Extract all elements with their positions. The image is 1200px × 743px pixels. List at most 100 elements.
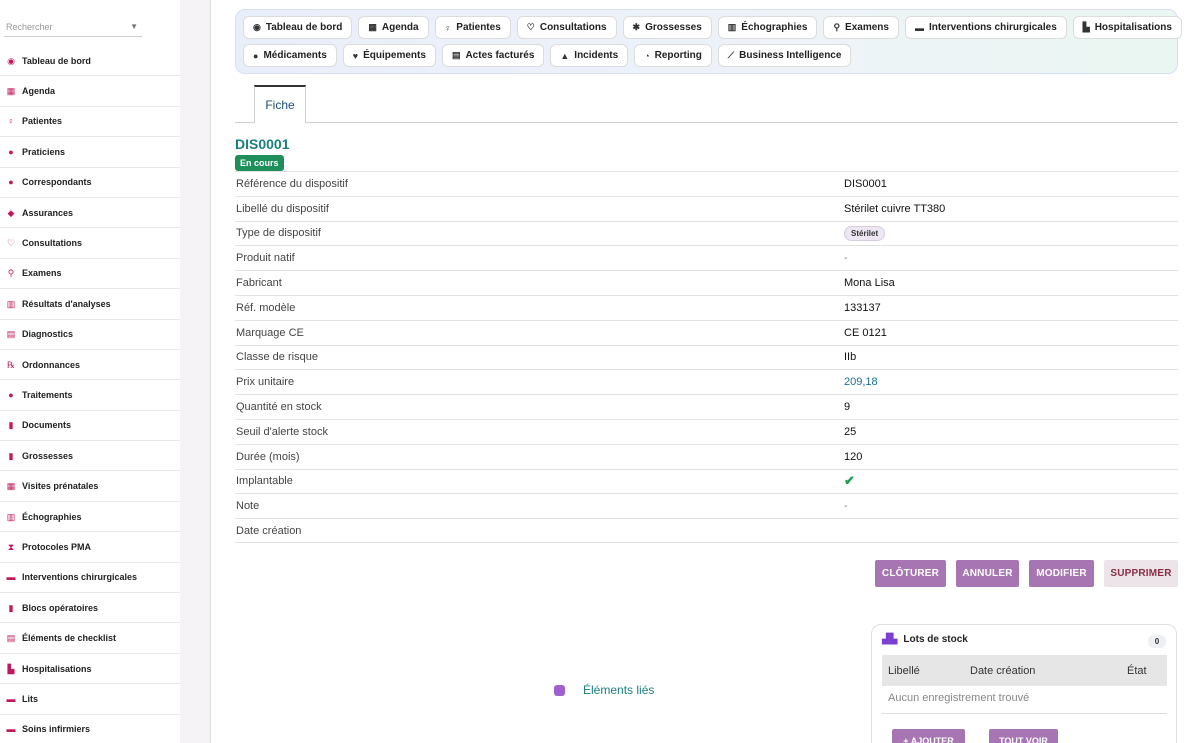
field-label: Durée (mois) (236, 450, 300, 463)
sidebar-item-label: Visites prénatales (22, 481, 99, 492)
shield-icon: ◆ (7, 207, 15, 218)
detail-row: Date création (235, 518, 1178, 543)
sidebar-item[interactable]: ▥ Échographies (0, 502, 180, 533)
sidebar-item[interactable]: ♡ Consultations (0, 228, 180, 259)
close-button[interactable]: CLÔTURER (875, 560, 946, 587)
sidebar-item[interactable]: ▙ Hospitalisations (0, 654, 180, 685)
sidebar-menu: ◉ Tableau de bord ▦ Agenda ♀ Patientes ● Pratic… (0, 46, 180, 743)
baby-icon: ✱ (632, 22, 641, 32)
nav-pill[interactable]: ✱ Grossesses (622, 16, 712, 39)
nav-pill[interactable]: ● Médicaments (243, 44, 337, 67)
column-header[interactable]: État (1127, 665, 1147, 677)
sidebar-item-label: Praticiens (22, 146, 66, 157)
nav-pill[interactable]: ▲ Incidents (550, 44, 629, 67)
sidebar-item-label: Agenda (22, 86, 56, 97)
ultrasound-icon: ▥ (6, 511, 16, 522)
sidebar-item[interactable]: ▬ Interventions chirurgicales (0, 563, 180, 594)
nav-pill-label: Patientes (456, 22, 501, 33)
boxes-icon: ▟▙ (882, 634, 898, 645)
sidebar-item[interactable]: ● Traitements (0, 380, 180, 411)
nav-pill-label: Agenda (381, 22, 419, 33)
sidebar-item[interactable]: ◆ Assurances (0, 198, 180, 229)
field-label: Note (236, 500, 260, 513)
nav-pill[interactable]: ▤ Actes facturés (441, 44, 545, 67)
nav-pill[interactable]: ♀ Patientes (434, 16, 511, 39)
delete-button[interactable]: SUPPRIMER (1104, 560, 1178, 587)
nav-pill[interactable]: ♥ Équipements (342, 44, 436, 67)
nurse-icon: ▬ (6, 724, 16, 735)
sidebar-item-label: Interventions chirurgicales (22, 572, 138, 583)
nav-pill[interactable]: ◉ Tableau de bord (243, 16, 353, 39)
check-icon: ✔ (844, 473, 855, 489)
sidebar-item-label: Hospitalisations (22, 663, 92, 674)
view-all-button[interactable]: TOUT VOIR (989, 729, 1058, 743)
chevron-down-icon[interactable]: ▼ (130, 17, 138, 37)
search-input[interactable]: Rechercher ▼ (4, 17, 142, 37)
detail-row: Seuil d'alerte stock 25 (235, 418, 1178, 444)
nav-pill[interactable]: ▬ Interventions chirurgicales (904, 16, 1067, 39)
nav-pill-label: Consultations (539, 22, 607, 33)
column-header[interactable]: Date création (970, 665, 1035, 677)
sidebar-item-label: Blocs opératoires (22, 602, 99, 613)
field-label: Réf. modèle (236, 301, 296, 314)
linked-elements-link[interactable]: Éléments liés (554, 683, 654, 697)
tab-fiche[interactable]: Fiche (254, 85, 306, 123)
microscope-icon: ⚲ (7, 268, 15, 279)
surgery-bed-icon: ▬ (6, 572, 16, 583)
sidebar-item[interactable]: ▥ Résultats d'analyses (0, 289, 180, 320)
sidebar-item[interactable]: ▮ Documents (0, 411, 180, 442)
edit-button[interactable]: MODIFIER (1029, 560, 1094, 587)
detail-row: Fabricant Mona Lisa (235, 270, 1178, 295)
sidebar-item[interactable]: ⚲ Examens (0, 259, 180, 290)
sidebar-item[interactable]: ◉ Tableau de bord (0, 46, 180, 77)
sidebar-item[interactable]: ▬ Lits (0, 684, 180, 715)
sidebar-item[interactable]: ▮ Blocs opératoires (0, 593, 180, 624)
female-icon: ♀ (7, 116, 15, 127)
field-value: Mona Lisa (844, 277, 895, 290)
sidebar-item-label: Traitements (22, 389, 73, 400)
column-header[interactable]: Libellé (888, 665, 920, 677)
sidebar-item[interactable]: ▬ Soins infirmiers (0, 715, 180, 743)
sidebar-item-label: Diagnostics (22, 329, 74, 340)
sidebar-item[interactable]: ● Praticiens (0, 137, 180, 168)
detail-row: Libellé du dispositif Stérilet cuivre TT3… (235, 195, 1178, 221)
sidebar-item[interactable]: ▦ Agenda (0, 76, 180, 107)
nav-pill[interactable]: ▙ Hospitalisations (1072, 16, 1182, 39)
sidebar-item[interactable]: ⧗ Protocoles PMA (0, 532, 180, 563)
heart-pulse-icon: ♥ (352, 50, 359, 61)
nav-pill-label: Échographies (741, 22, 808, 33)
field-label: Implantable (236, 475, 293, 488)
field-value: 25 (844, 425, 857, 438)
field-label: Seuil d'alerte stock (236, 425, 328, 438)
nav-pill-label: Incidents (574, 50, 619, 61)
nav-pill[interactable]: ▥ Échographies (717, 16, 818, 39)
detail-table: Référence du dispositif DIS0001 Libellé du… (235, 171, 1178, 543)
sidebar-item-label: Tableau de bord (22, 55, 91, 66)
sidebar-item[interactable]: ♀ Patientes (0, 107, 180, 138)
panel-title: Lots de stock (903, 634, 968, 645)
sidebar-item[interactable]: ▦ Visites prénatales (0, 471, 180, 502)
sidebar-item[interactable]: ▤ Éléments de checklist (0, 623, 180, 654)
user-doctor-icon: ● (8, 146, 14, 157)
add-button[interactable]: + AJOUTER (892, 729, 965, 743)
sidebar-item[interactable]: ● Correspondants (0, 168, 180, 198)
nav-pill[interactable]: ▦ Agenda (358, 16, 429, 39)
nav-pill[interactable]: ◔ Reporting (634, 44, 712, 67)
nav-pill[interactable]: ♡ Consultations (516, 16, 617, 39)
sidebar-item[interactable]: ℞ Ordonnances (0, 350, 180, 381)
sidebar-item-label: Assurances (22, 207, 74, 218)
linked-elements-label: Éléments liés (583, 683, 655, 697)
sidebar-item[interactable]: ▤ Diagnostics (0, 320, 180, 350)
detail-row: Réf. modèle 133137 (235, 294, 1178, 320)
surgery-bed-icon: ▬ (914, 22, 924, 33)
detail-row: Note - (235, 493, 1178, 518)
sidebar-item[interactable]: ▮ Grossesses (0, 441, 180, 472)
nav-pill[interactable]: ⚲ Examens (823, 16, 899, 39)
dashboard-icon: ◉ (7, 55, 15, 66)
top-nav-row-1: ◉ Tableau de bord ▦ Agenda ♀ Patientes ♡ Consul… (243, 16, 1188, 39)
nav-pill[interactable]: ⟋ Business Intelligence (717, 44, 852, 67)
pills-icon: ● (253, 50, 259, 61)
stethoscope-icon: ♡ (6, 238, 16, 249)
cancel-button[interactable]: ANNULER (956, 560, 1019, 587)
status-badge: En cours (235, 155, 284, 171)
